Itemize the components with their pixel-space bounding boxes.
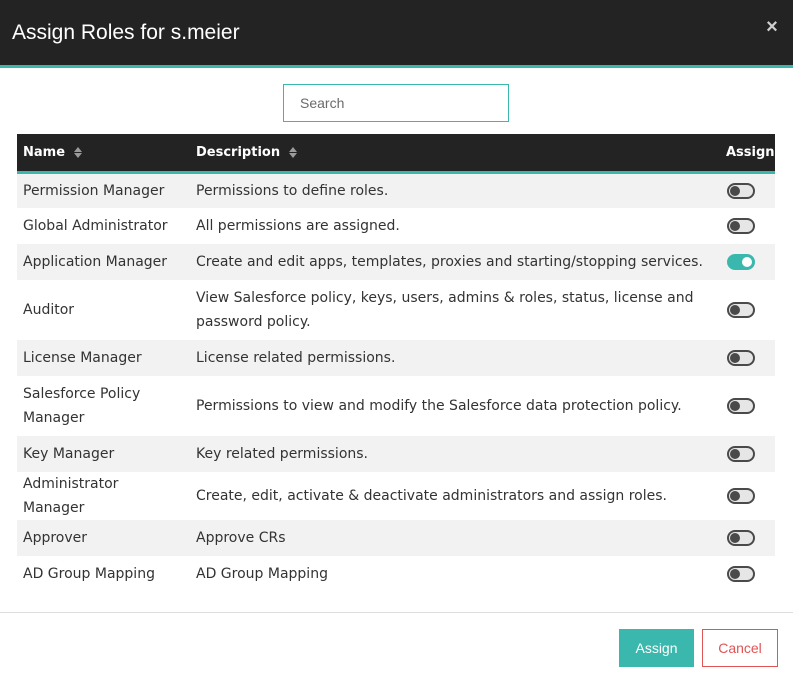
assign-toggle[interactable]	[727, 254, 755, 270]
toggle-knob	[730, 569, 740, 579]
assign-button[interactable]: Assign	[619, 629, 694, 667]
table-header-row: Name Description Assign	[17, 134, 775, 174]
role-description: Approve CRs	[196, 530, 286, 546]
column-header-name-label: Name	[23, 144, 66, 160]
assign-cell	[720, 208, 775, 244]
toggle-knob	[730, 533, 740, 543]
role-name: Administrator Manager	[23, 476, 119, 516]
role-description: AD Group Mapping	[196, 566, 328, 582]
assign-toggle[interactable]	[727, 488, 755, 504]
toggle-knob	[730, 353, 740, 363]
toggle-knob	[730, 185, 740, 196]
table-row: Permission Manager Permissions to define…	[17, 172, 775, 208]
assign-cell	[720, 472, 775, 520]
assign-toggle[interactable]	[727, 530, 755, 546]
assign-toggle[interactable]	[727, 350, 755, 366]
assign-toggle[interactable]	[727, 218, 755, 234]
sort-icon[interactable]	[288, 146, 297, 158]
dialog-title: Assign Roles for s.meier	[12, 21, 240, 44]
role-name: Approver	[23, 530, 88, 546]
table-row: Key Manager Key related permissions.	[17, 436, 775, 472]
table-row: Salesforce Policy Manager Permissions to…	[17, 376, 775, 436]
assign-cell	[720, 280, 775, 340]
column-header-description[interactable]: Description	[190, 134, 720, 174]
assign-cell	[720, 376, 775, 436]
assign-toggle[interactable]	[727, 302, 755, 318]
assign-toggle[interactable]	[727, 398, 755, 414]
role-name: Global Administrator	[23, 218, 168, 234]
sort-icon[interactable]	[73, 146, 82, 158]
role-name: Salesforce Policy Manager	[23, 386, 141, 426]
toggle-knob	[730, 491, 740, 501]
table-row: Global Administrator All permissions are…	[17, 208, 775, 244]
table-row: Application Manager Create and edit apps…	[17, 244, 775, 280]
toggle-knob	[730, 449, 740, 459]
table-row: License Manager License related permissi…	[17, 340, 775, 376]
assign-cell	[720, 340, 775, 376]
column-header-assign-label: Assign	[726, 144, 775, 160]
role-name: AD Group Mapping	[23, 566, 155, 582]
role-description: All permissions are assigned.	[196, 218, 400, 234]
assign-cell	[720, 244, 775, 280]
assign-cell	[720, 172, 775, 208]
toggle-knob	[730, 305, 740, 315]
cancel-button[interactable]: Cancel	[702, 629, 778, 667]
toggle-knob	[730, 401, 740, 411]
role-name: Application Manager	[23, 254, 168, 270]
search-box	[283, 84, 509, 122]
roles-table: Name Description Assign Permission Manag…	[17, 134, 775, 592]
role-name: Permission Manager	[23, 182, 165, 199]
role-name: Key Manager	[23, 446, 115, 462]
assign-cell	[720, 520, 775, 556]
role-description: Permissions to view and modify the Sales…	[196, 398, 682, 414]
toggle-knob	[742, 257, 752, 267]
close-icon[interactable]: ×	[763, 17, 781, 37]
assign-cell	[720, 556, 775, 592]
assign-cell	[720, 436, 775, 472]
footer-divider	[0, 612, 793, 613]
table-row: Administrator Manager Create, edit, acti…	[17, 472, 775, 520]
table-row: Approver Approve CRs	[17, 520, 775, 556]
toggle-knob	[730, 221, 740, 231]
assign-toggle[interactable]	[727, 446, 755, 462]
role-description: License related permissions.	[196, 350, 396, 366]
search-input[interactable]	[284, 85, 508, 121]
column-header-assign: Assign	[720, 134, 775, 174]
role-name: License Manager	[23, 350, 142, 366]
role-description: View Salesforce policy, keys, users, adm…	[196, 290, 694, 330]
role-name: Auditor	[23, 302, 75, 318]
role-description: Create and edit apps, templates, proxies…	[196, 254, 703, 270]
table-row: AD Group Mapping AD Group Mapping	[17, 556, 775, 592]
column-header-name[interactable]: Name	[17, 134, 190, 174]
role-description: Create, edit, activate & deactivate admi…	[196, 488, 667, 504]
role-description: Key related permissions.	[196, 446, 368, 462]
column-header-description-label: Description	[196, 144, 281, 160]
dialog-header: Assign Roles for s.meier ×	[0, 0, 793, 68]
role-description: Permissions to define roles.	[196, 182, 389, 199]
table-row: Auditor View Salesforce policy, keys, us…	[17, 280, 775, 340]
assign-toggle[interactable]	[727, 182, 755, 199]
assign-toggle[interactable]	[727, 566, 755, 582]
